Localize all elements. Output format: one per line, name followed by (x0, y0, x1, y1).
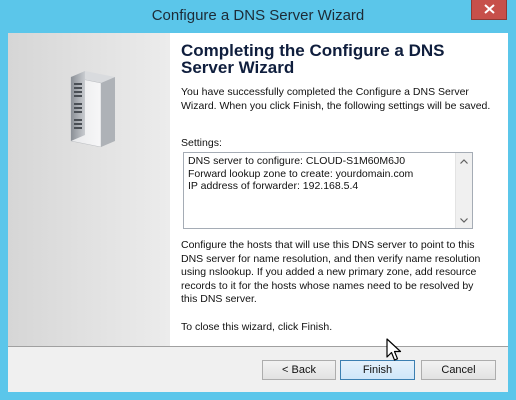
setting-forward-zone: Forward lookup zone to create: yourdomai… (188, 167, 414, 180)
wizard-content: Completing the Configure a DNS Server Wi… (170, 33, 508, 346)
scroll-up-button[interactable] (456, 153, 472, 169)
mouse-pointer-icon (386, 338, 402, 361)
server-icon (70, 71, 115, 147)
close-icon (484, 4, 495, 14)
setting-dns-server: DNS server to configure: CLOUD-S1M60M6J0 (188, 155, 406, 167)
scroll-up-arrow-icon (460, 158, 468, 164)
close-button[interactable] (471, 0, 507, 20)
title-bar[interactable]: Configure a DNS Server Wizard (0, 0, 516, 33)
scroll-down-button[interactable] (456, 212, 472, 228)
wizard-client-area: Completing the Configure a DNS Server Wi… (8, 33, 508, 392)
setting-forwarder-ip: IP address of forwarder: 192.168.5.4 (188, 180, 359, 192)
page-title: Completing the Configure a DNS Server Wi… (181, 42, 501, 76)
wizard-side-panel (8, 33, 170, 346)
settings-scrollbar[interactable] (455, 153, 472, 228)
window-title: Configure a DNS Server Wizard (151, 7, 365, 24)
wizard-window: Configure a DNS Server Wizard Completing… (0, 0, 516, 400)
description-text: Configure the hosts that will use this D… (181, 239, 481, 305)
scroll-down-arrow-icon (460, 217, 468, 223)
finish-button[interactable]: Finish (340, 360, 415, 380)
settings-textbox[interactable]: DNS server to configure: CLOUD-S1M60M6J0… (183, 152, 473, 229)
back-button[interactable]: < Back (262, 360, 336, 380)
settings-label: Settings: (181, 137, 222, 149)
button-bar: < Back Finish Cancel (8, 347, 508, 392)
page-title-line1: Completing the Configure a DNS (181, 41, 445, 60)
settings-text[interactable]: DNS server to configure: CLOUD-S1M60M6J0… (188, 155, 453, 193)
intro-text: You have successfully completed the Conf… (181, 86, 491, 112)
cancel-button[interactable]: Cancel (421, 360, 496, 380)
close-hint-text: To close this wizard, click Finish. (181, 321, 333, 333)
page-title-line2: Server Wizard (181, 58, 295, 77)
